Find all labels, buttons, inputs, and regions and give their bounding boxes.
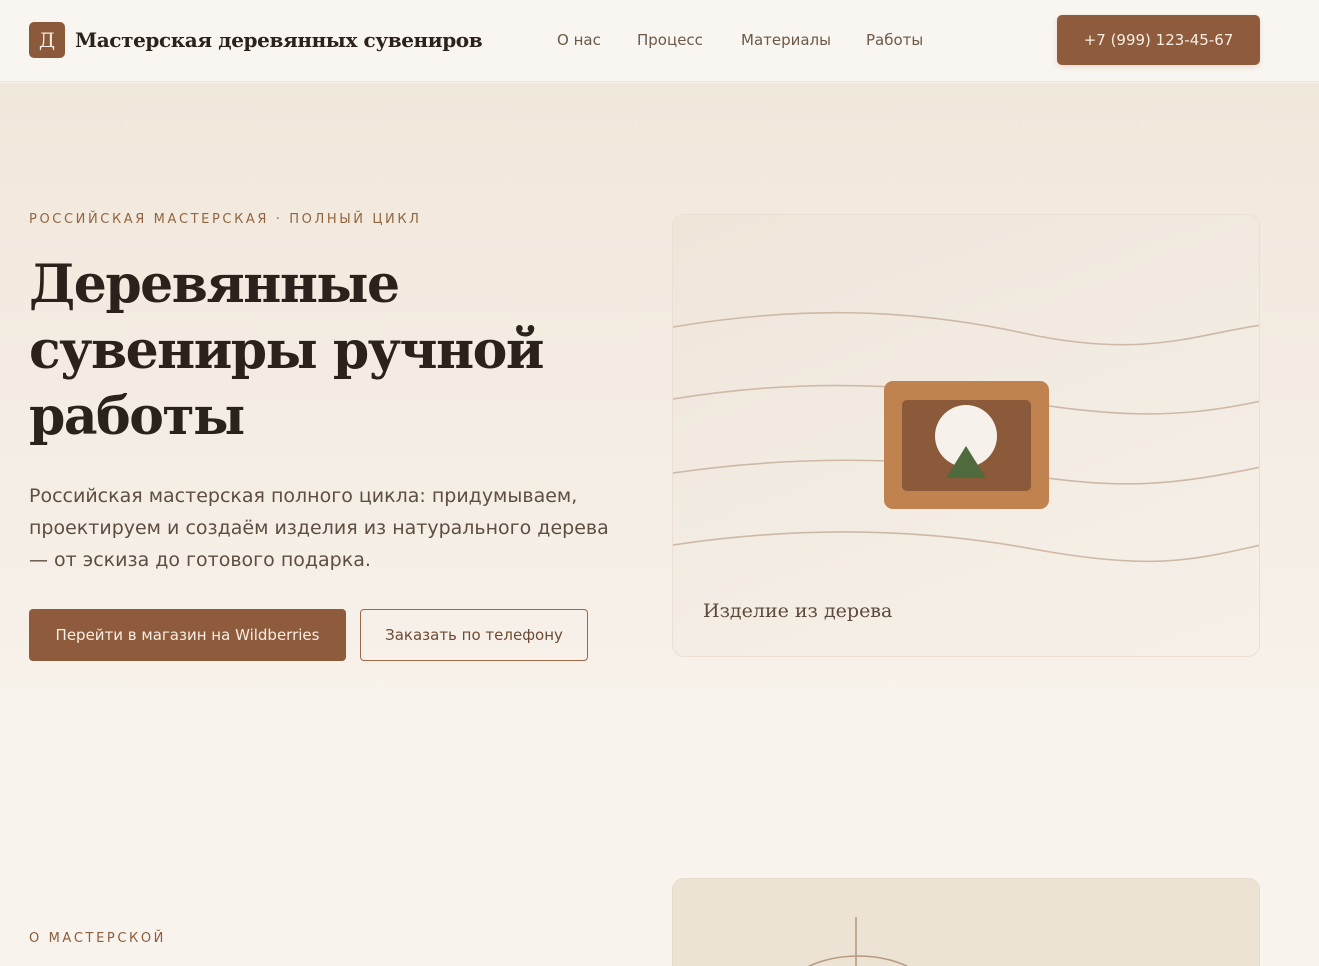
hero-eyebrow: РОССИЙСКАЯ МАСТЕРСКАЯ · ПОЛНЫЙ ЦИКЛ — [29, 212, 422, 227]
logo-icon[interactable]: Д — [29, 22, 65, 58]
nav-link-works[interactable]: Работы — [866, 31, 923, 49]
about-illustration-card — [672, 878, 1260, 966]
about-eyebrow: О МАСТЕРСКОЙ — [29, 931, 167, 946]
wildberries-shop-button[interactable]: Перейти в магазин на Wildberries — [29, 609, 346, 661]
site-header: Д Мастерская деревянных сувениров О нас … — [0, 0, 1319, 82]
card-caption: Изделие из дерева — [703, 600, 893, 622]
hero-description: Российская мастерская полного цикла: при… — [29, 485, 609, 571]
workshop-illustration — [807, 917, 909, 966]
wood-grain-illustration — [673, 311, 1259, 563]
picture-frame-icon — [884, 381, 1049, 509]
logo-text[interactable]: Мастерская деревянных сувениров — [75, 28, 483, 52]
phone-button[interactable]: +7 (999) 123-45-67 — [1057, 15, 1260, 65]
hero-product-card: Изделие из дерева — [672, 214, 1260, 657]
hero-title: Деревянные сувениры ручной работы — [29, 254, 544, 447]
nav-link-process[interactable]: Процесс — [637, 31, 703, 49]
order-by-phone-button[interactable]: Заказать по телефону — [360, 609, 588, 661]
nav-link-materials[interactable]: Материалы — [741, 31, 831, 49]
nav-link-about[interactable]: О нас — [557, 31, 601, 49]
